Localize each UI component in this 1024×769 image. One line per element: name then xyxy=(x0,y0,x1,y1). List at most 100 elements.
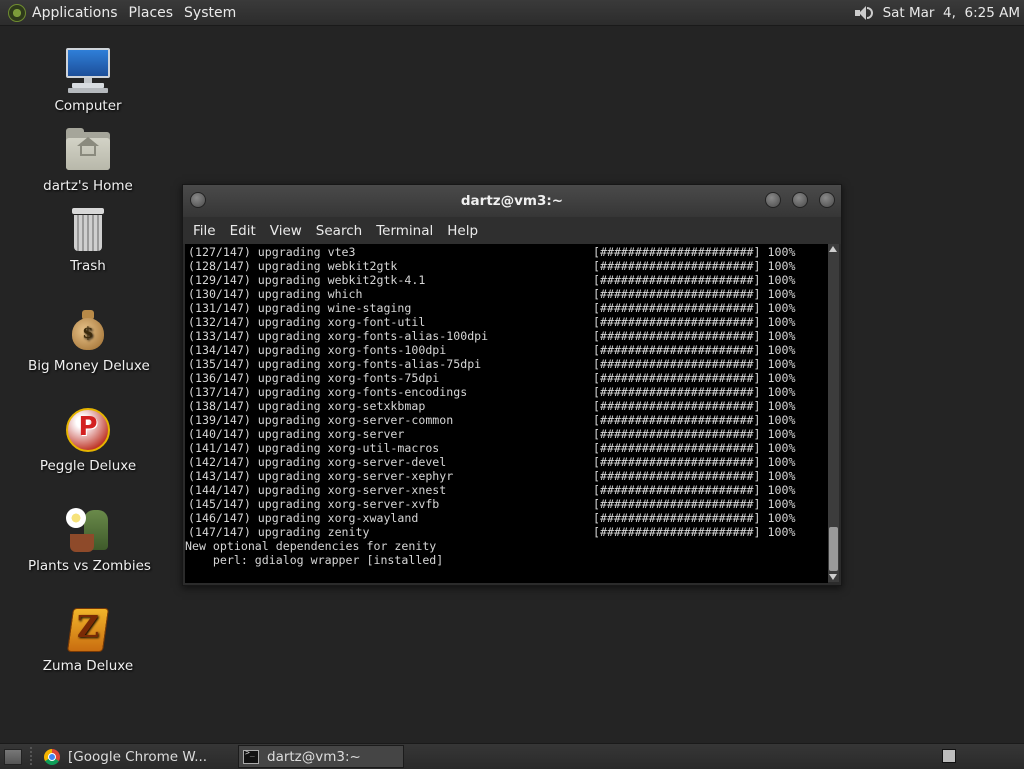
terminal-line: (129/147) upgrading webkit2gtk-4.1 [#####… xyxy=(185,273,828,287)
terminal-line: (144/147) upgrading xorg-server-xnest [##… xyxy=(185,483,828,497)
window-title: dartz@vm3:~ xyxy=(460,193,564,209)
desktop-icon-label: Computer xyxy=(54,98,122,114)
progress-bar-text: [######################] xyxy=(593,455,761,469)
terminal-line: (130/147) upgrading which [##############… xyxy=(185,287,828,301)
progress-bar-text: [######################] xyxy=(593,287,761,301)
taskbar-item-terminal[interactable]: dartz@vm3:~ xyxy=(238,745,404,768)
menu-search[interactable]: Search xyxy=(316,223,362,239)
progress-percent: 100% xyxy=(767,525,796,539)
terminal-line-text: (128/147) upgrading webkit2gtk xyxy=(188,259,398,273)
progress-percent: 100% xyxy=(767,315,796,329)
progress-bar-text: [######################] xyxy=(593,301,761,315)
terminal-progress: [######################] 100% xyxy=(593,259,795,273)
terminal-progress: [######################] 100% xyxy=(593,413,795,427)
progress-percent: 100% xyxy=(767,427,796,441)
terminal-line-text: (137/147) upgrading xorg-fonts-encodings xyxy=(188,385,468,399)
desktop-icon-zuma[interactable]: Z Zuma Deluxe xyxy=(28,606,148,674)
terminal-progress: [######################] 100% xyxy=(593,273,795,287)
panel-tray: Sat Mar 4, 6:25 AM xyxy=(853,0,1020,25)
desktop-icon-home[interactable]: dartz's Home xyxy=(28,126,148,194)
progress-percent: 100% xyxy=(767,329,796,343)
terminal-line: (133/147) upgrading xorg-fonts-alias-100… xyxy=(185,329,828,343)
desktop-icon-plants-vs-zombies[interactable]: Plants vs Zombies xyxy=(28,506,151,574)
desktop-icon-computer[interactable]: Computer xyxy=(28,46,148,114)
taskbar-item-chrome[interactable]: [Google Chrome W... xyxy=(40,745,238,768)
desktop-icon-peggle[interactable]: P Peggle Deluxe xyxy=(28,406,148,474)
progress-percent: 100% xyxy=(767,343,796,357)
menu-terminal[interactable]: Terminal xyxy=(376,223,433,239)
progress-bar-text: [######################] xyxy=(593,343,761,357)
terminal-scrollbar[interactable] xyxy=(828,244,839,582)
menu-help[interactable]: Help xyxy=(447,223,478,239)
terminal-progress: [######################] 100% xyxy=(593,427,795,441)
terminal-line: New optional dependencies for zenity xyxy=(185,539,828,553)
menu-view[interactable]: View xyxy=(270,223,302,239)
progress-percent: 100% xyxy=(767,357,796,371)
progress-percent: 100% xyxy=(767,483,796,497)
menu-applications[interactable]: Applications xyxy=(32,5,127,21)
progress-percent: 100% xyxy=(767,371,796,385)
workspace-switcher[interactable] xyxy=(942,749,956,763)
progress-percent: 100% xyxy=(767,245,796,259)
close-button[interactable] xyxy=(819,192,835,208)
progress-percent: 100% xyxy=(767,287,796,301)
terminal-line-text: (144/147) upgrading xorg-server-xnest xyxy=(188,483,447,497)
terminal-line-text: (145/147) upgrading xorg-server-xvfb xyxy=(188,497,440,511)
desktop-icon-trash[interactable]: Trash xyxy=(28,206,148,274)
progress-percent: 100% xyxy=(767,511,796,525)
volume-icon[interactable] xyxy=(853,4,875,22)
maximize-button[interactable] xyxy=(792,192,808,208)
window-menu-button[interactable] xyxy=(190,192,206,208)
terminal-progress: [######################] 100% xyxy=(593,497,795,511)
terminal-line-text: (142/147) upgrading xorg-server-devel xyxy=(188,455,447,469)
desktop-icon-big-money[interactable]: $ Big Money Deluxe xyxy=(28,306,150,374)
terminal-line-text: New optional dependencies for zenity xyxy=(185,539,437,553)
terminal-progress: [######################] 100% xyxy=(593,329,795,343)
terminal-line-text: (139/147) upgrading xorg-server-common xyxy=(188,413,454,427)
menu-places[interactable]: Places xyxy=(129,5,183,21)
scroll-down-arrow-icon[interactable] xyxy=(829,574,837,580)
progress-bar-text: [######################] xyxy=(593,357,761,371)
clock[interactable]: Sat Mar 4, 6:25 AM xyxy=(883,5,1020,21)
terminal-line: (127/147) upgrading vte3 [###############… xyxy=(185,245,828,259)
minimize-button[interactable] xyxy=(765,192,781,208)
progress-bar-text: [######################] xyxy=(593,399,761,413)
taskbar-item-label: dartz@vm3:~ xyxy=(267,748,361,765)
terminal-progress: [######################] 100% xyxy=(593,511,795,525)
progress-bar-text: [######################] xyxy=(593,245,761,259)
window-titlebar[interactable]: dartz@vm3:~ xyxy=(183,185,841,217)
progress-bar-text: [######################] xyxy=(593,441,761,455)
terminal-line: (138/147) upgrading xorg-setxkbmap [#####… xyxy=(185,399,828,413)
scrollbar-thumb[interactable] xyxy=(829,527,838,571)
top-panel: Applications Places System Sat Mar 4, 6:… xyxy=(0,0,1024,26)
terminal-line: (137/147) upgrading xorg-fonts-encodings… xyxy=(185,385,828,399)
home-folder-icon xyxy=(64,126,112,174)
terminal-line: (145/147) upgrading xorg-server-xvfb [###… xyxy=(185,497,828,511)
applications-logo-icon[interactable] xyxy=(8,3,26,22)
terminal-progress: [######################] 100% xyxy=(593,441,795,455)
terminal-progress: [######################] 100% xyxy=(593,315,795,329)
trash-icon xyxy=(64,206,112,254)
progress-percent: 100% xyxy=(767,273,796,287)
desktop-icon-label: dartz's Home xyxy=(43,178,133,194)
menu-system[interactable]: System xyxy=(184,5,245,21)
show-desktop-icon[interactable] xyxy=(4,748,22,765)
progress-bar-text: [######################] xyxy=(593,427,761,441)
terminal-output[interactable]: (127/147) upgrading vte3 [###############… xyxy=(185,244,828,583)
progress-bar-text: [######################] xyxy=(593,525,761,539)
terminal-line: (147/147) upgrading zenity [#############… xyxy=(185,525,828,539)
terminal-line: perl: gdialog wrapper [installed] xyxy=(185,553,828,567)
terminal-line-text: (146/147) upgrading xorg-xwayland xyxy=(188,511,419,525)
terminal-line-text: (147/147) upgrading zenity xyxy=(188,525,370,539)
menu-edit[interactable]: Edit xyxy=(230,223,256,239)
progress-percent: 100% xyxy=(767,455,796,469)
terminal-line: (142/147) upgrading xorg-server-devel [##… xyxy=(185,455,828,469)
scroll-up-arrow-icon[interactable] xyxy=(829,246,837,252)
menu-file[interactable]: File xyxy=(193,223,216,239)
terminal-progress: [######################] 100% xyxy=(593,301,795,315)
terminal-line: (128/147) upgrading webkit2gtk [#########… xyxy=(185,259,828,273)
terminal-line-text: (129/147) upgrading webkit2gtk-4.1 xyxy=(188,273,426,287)
terminal-line: (136/147) upgrading xorg-fonts-75dpi [###… xyxy=(185,371,828,385)
desktop-icon-label: Trash xyxy=(70,258,106,274)
terminal-line-text: (133/147) upgrading xorg-fonts-alias-100… xyxy=(188,329,489,343)
